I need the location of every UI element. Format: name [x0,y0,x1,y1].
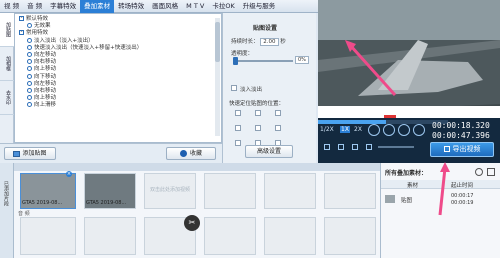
arrow-head-export [440,162,450,172]
arrow-to-preview [348,43,397,97]
annotation-arrows [345,40,450,216]
arrow-to-export [438,167,447,216]
